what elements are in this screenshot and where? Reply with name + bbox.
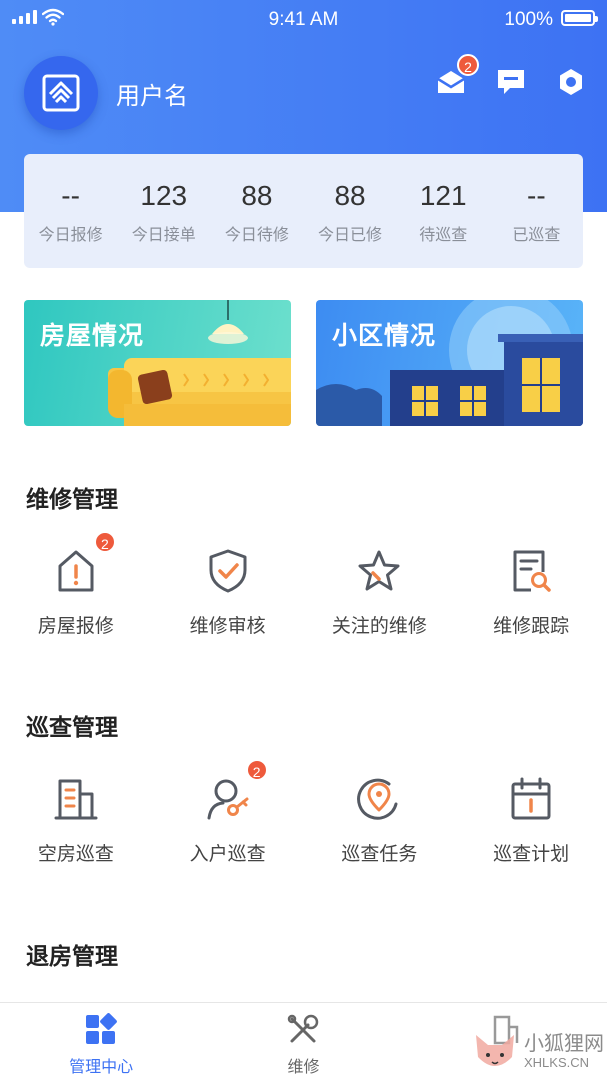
stat-label: 今日接单 — [131, 225, 196, 244]
star-icon — [358, 550, 400, 591]
profile[interactable]: 用户名 — [24, 56, 188, 130]
stat-to-inspect[interactable]: 121 待巡查 — [397, 177, 490, 245]
repair-section-title: 维修管理 — [26, 487, 118, 513]
stat-value: -- — [61, 180, 80, 211]
watermark-text: 小狐狸网 — [524, 1031, 604, 1055]
fox-logo-icon — [476, 1035, 514, 1066]
stat-value: 88 — [241, 180, 273, 211]
stat-today-pending[interactable]: 88 今日待修 — [210, 177, 303, 245]
community-status-banner[interactable]: 小区情况 — [316, 300, 583, 426]
app-logo-icon — [42, 74, 80, 112]
document-search-icon — [513, 550, 551, 592]
avatar[interactable] — [24, 56, 98, 130]
stat-today-repaired[interactable]: 88 今日已修 — [304, 177, 397, 245]
house-status-banner[interactable]: 房屋情况 — [24, 300, 291, 426]
tab-repair[interactable]: 维修 — [202, 1003, 404, 1080]
notification-button[interactable]: 2 — [435, 54, 479, 98]
user-key-icon — [207, 779, 249, 820]
household-inspection-item[interactable]: 2 入户巡查 — [152, 759, 304, 866]
shield-check-icon — [209, 549, 247, 593]
watermark: 小狐狸网 XHLKS.CN — [470, 1025, 607, 1080]
tools-icon — [288, 1014, 319, 1043]
followed-repair-item[interactable]: 关注的维修 — [304, 545, 456, 638]
banner-title: 小区情况 — [332, 321, 437, 350]
inspection-grid: 空房巡查 2 入户巡查 巡查任务 巡查计划 — [0, 759, 607, 866]
settings-button[interactable] — [555, 66, 587, 98]
battery-percent: 100% — [504, 9, 553, 30]
stat-today-accepted[interactable]: 123 今日接单 — [117, 177, 210, 245]
building-icon — [54, 779, 98, 820]
calendar-icon — [511, 777, 551, 820]
stat-label: 已巡查 — [512, 225, 561, 244]
top-actions: 2 — [435, 54, 587, 98]
stat-label: 今日待修 — [224, 225, 289, 244]
username: 用户名 — [116, 81, 188, 110]
notification-badge: 2 — [457, 54, 479, 76]
item-label: 空房巡查 — [37, 843, 114, 865]
inspection-task-item[interactable]: 巡查任务 — [304, 773, 456, 866]
stat-label: 待巡查 — [419, 225, 468, 244]
message-button[interactable] — [495, 66, 527, 98]
item-label: 房屋报修 — [37, 615, 114, 637]
repair-grid: 2 房屋报修 维修审核 关注的维修 维修跟踪 — [0, 531, 607, 638]
stat-value: -- — [527, 180, 546, 211]
watermark-url: XHLKS.CN — [524, 1055, 590, 1070]
inspection-plan-item[interactable]: 巡查计划 — [455, 773, 607, 866]
grid-icon — [86, 1013, 118, 1044]
item-label: 维修审核 — [189, 615, 266, 637]
household-inspection-badge: 2 — [245, 759, 268, 781]
tab-label: 管理中心 — [69, 1057, 134, 1076]
stat-value: 88 — [334, 180, 366, 211]
stat-inspected[interactable]: -- 已巡查 — [490, 177, 583, 245]
stat-label: 今日已修 — [318, 225, 383, 244]
battery-icon — [561, 10, 598, 26]
vacant-inspection-item[interactable]: 空房巡查 — [0, 773, 152, 866]
repair-review-item[interactable]: 维修审核 — [152, 545, 304, 638]
location-pin-icon — [357, 778, 398, 820]
stat-today-reported[interactable]: -- 今日报修 — [24, 177, 117, 245]
item-label: 巡查计划 — [493, 843, 570, 865]
house-alert-icon — [58, 550, 94, 592]
checkout-section-title: 退房管理 — [26, 944, 118, 970]
repair-tracking-item[interactable]: 维修跟踪 — [455, 545, 607, 638]
house-repair-item[interactable]: 2 房屋报修 — [0, 531, 152, 638]
item-label: 入户巡查 — [189, 843, 266, 865]
stats-card: -- 今日报修 123 今日接单 88 今日待修 88 今日已修 121 待巡查 -- 已巡… — [24, 154, 583, 268]
message-icon — [498, 70, 524, 94]
item-label: 维修跟踪 — [493, 615, 570, 637]
item-label: 关注的维修 — [331, 615, 427, 637]
house-repair-badge: 2 — [93, 531, 116, 553]
tab-label: 维修 — [287, 1057, 320, 1076]
item-label: 巡查任务 — [341, 843, 418, 865]
inspection-section-title: 巡查管理 — [26, 715, 118, 741]
stat-value: 121 — [419, 180, 467, 211]
banner-title: 房屋情况 — [40, 321, 145, 350]
gear-icon — [560, 69, 582, 95]
tab-management-center[interactable]: 管理中心 — [0, 1003, 202, 1080]
stat-value: 123 — [140, 180, 188, 211]
status-bar: 9:41 AM 100% — [0, 0, 607, 40]
stat-label: 今日报修 — [38, 225, 103, 244]
